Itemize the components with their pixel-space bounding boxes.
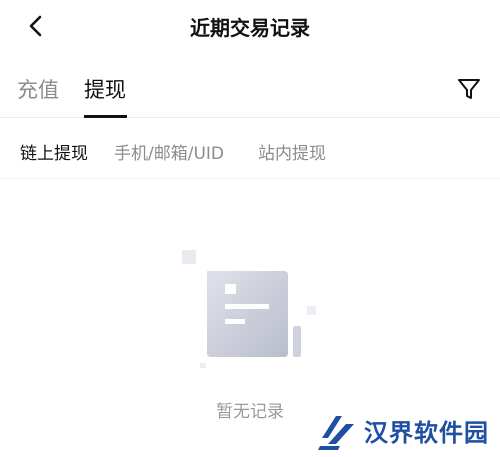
page-title: 近期交易记录 <box>190 16 310 40</box>
subtab-internal-withdraw[interactable]: 站内提现 <box>258 139 326 164</box>
tab-bar: 充值 提现 <box>0 60 500 118</box>
nav-bar: 近期交易记录 <box>0 0 500 52</box>
watermark: 汉界软件园 <box>318 410 489 450</box>
active-tab-indicator <box>84 115 127 118</box>
subtab-onchain-withdraw[interactable]: 链上提现 <box>20 139 88 164</box>
subtab-bar: 链上提现 手机/邮箱/UID 站内提现 <box>0 119 500 179</box>
tab-recharge[interactable]: 充值 <box>17 74 59 104</box>
subtab-phone-email-uid[interactable]: 手机/邮箱/UID <box>114 139 224 164</box>
watermark-logo-icon <box>318 416 354 450</box>
filter-funnel-icon <box>458 79 480 99</box>
watermark-text: 汉界软件园 <box>364 418 489 447</box>
tab-withdraw[interactable]: 提现 <box>84 74 126 104</box>
filter-button[interactable] <box>454 74 484 104</box>
empty-document-icon <box>182 250 316 368</box>
